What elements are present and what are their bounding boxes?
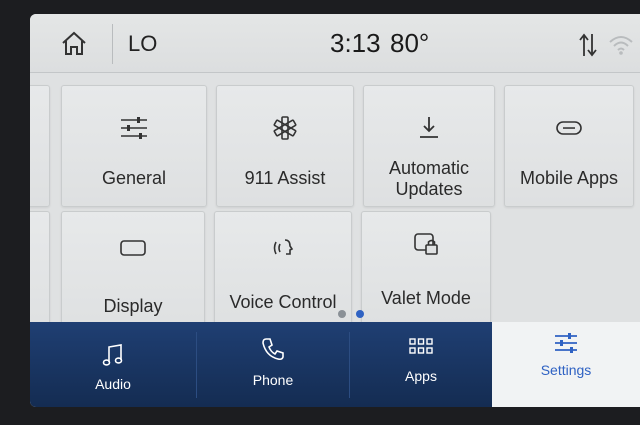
tab-label: Audio [95,376,131,392]
partial-tile [30,85,50,207]
tile-label: Voice Control [229,292,337,312]
tile-valet-mode[interactable]: Valet Mode [361,211,491,327]
tab-label: Phone [252,372,294,388]
tab-apps[interactable]: Apps [350,322,492,407]
download-icon [420,117,438,138]
data-transfer-icon [579,33,597,57]
tile-voice-control[interactable]: Voice Control [214,211,352,331]
tab-phone[interactable]: Phone [197,322,349,407]
tab-label: Apps [405,368,437,384]
mobile-apps-icon [556,121,582,135]
music-note-icon [102,344,123,366]
voice-icon [273,239,294,255]
tile-911-assist[interactable]: 911 Assist [216,85,354,207]
bottom-navigation: Audio Phone Apps Settings [30,322,640,407]
phone-icon [262,338,284,361]
tile-label: Display [103,296,163,316]
tile-label: Automatic Updates [364,158,494,200]
page-dot-inactive[interactable] [338,310,346,318]
settings-sliders-icon [555,333,577,353]
tile-display[interactable]: Display [61,211,205,335]
display-icon [120,240,146,256]
climate-setting-label[interactable]: LO [128,31,157,57]
tile-label: Valet Mode [381,288,471,308]
emergency-star-icon [273,116,297,140]
tile-general[interactable]: General [61,85,207,207]
outside-temperature: 80° [390,28,430,58]
valet-lock-icon [414,233,438,255]
apps-grid-icon [409,338,433,354]
settings-grid: General 911 Assist Automatic Updates Mob… [30,73,640,335]
page-indicator [336,310,376,320]
infotainment-screen: LO 3:13 80° General 911 Assist Automatic… [30,14,640,407]
tab-settings[interactable]: Settings [492,322,640,407]
tile-label: General [101,168,167,188]
tile-label: 911 Assist [244,168,326,188]
wifi-icon [609,36,633,55]
tile-label-text: Automatic Updates [388,158,470,199]
tile-mobile-apps[interactable]: Mobile Apps [504,85,634,207]
tab-audio[interactable]: Audio [30,322,196,407]
clock: 3:13 [330,28,381,58]
partial-tile [30,211,50,335]
page-dot-active[interactable] [356,310,364,318]
status-divider [112,24,113,64]
sliders-icon [121,117,147,139]
status-bar: LO 3:13 80° [30,14,640,73]
tile-label: Mobile Apps [519,168,619,188]
home-icon[interactable] [60,30,88,56]
tab-label: Settings [540,362,592,378]
tile-automatic-updates[interactable]: Automatic Updates [363,85,495,207]
